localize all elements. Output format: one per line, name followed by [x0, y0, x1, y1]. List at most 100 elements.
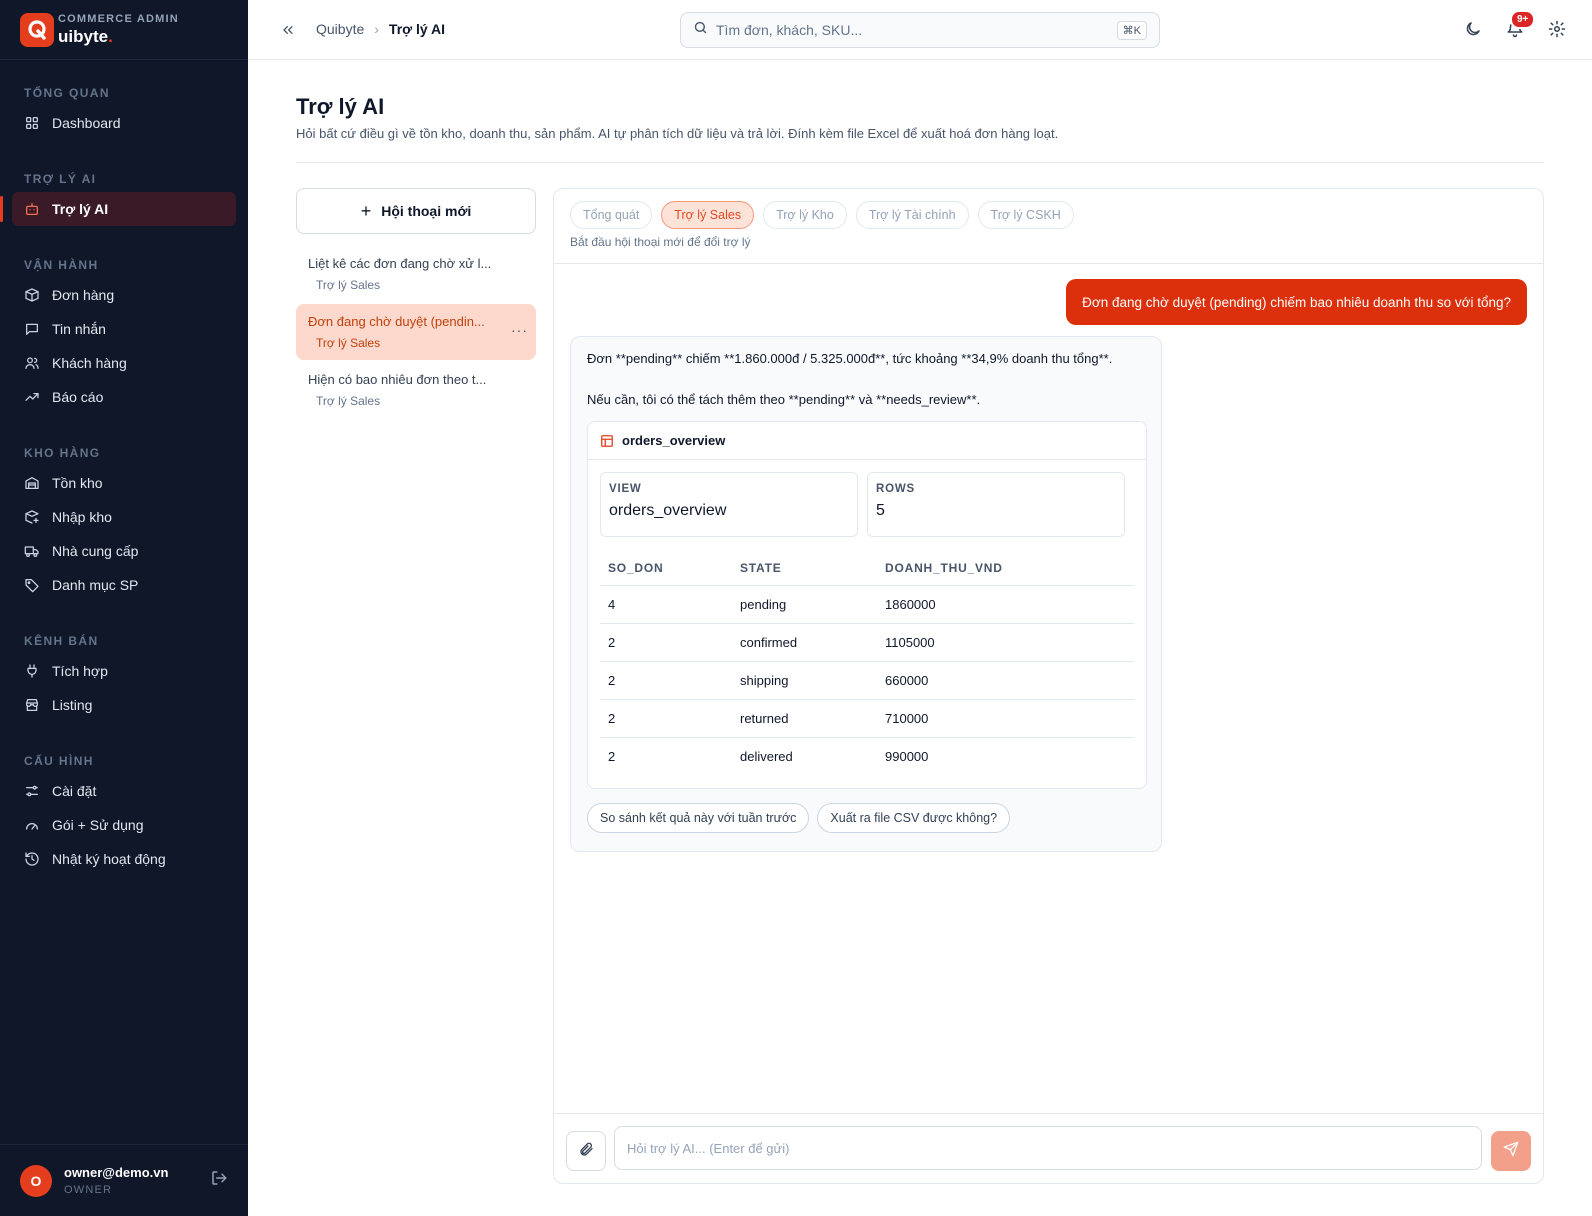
kpi-value: 5 [876, 502, 885, 519]
sidebar-item[interactable]: Tồn kho [12, 466, 236, 500]
sidebar-item[interactable]: Báo cáo [12, 380, 236, 414]
sidebar-item[interactable]: Khách hàng [12, 346, 236, 380]
bell-icon[interactable]: 9+ [1506, 10, 1536, 43]
box-icon [24, 287, 40, 303]
table-cell: 1860000 [877, 585, 1134, 624]
sidebar-item-label: Tích hợp [52, 663, 108, 679]
table-cell: 990000 [885, 748, 929, 764]
search-shortcut: ⌘K [1116, 20, 1147, 40]
sidebar-item[interactable]: Tin nhắn [12, 312, 236, 346]
section-title: KHO HÀNG [24, 446, 101, 460]
conversation-item[interactable]: Đơn đang chờ duyệt (pendin... Trợ lý Sale… [296, 304, 536, 360]
assistant-tab[interactable]: Trợ lý Sales [661, 201, 755, 229]
sidebar-item[interactable]: Danh mục SP [12, 568, 236, 602]
ai-message-text: Nếu cần, tôi có thể tách thêm theo **pen… [587, 392, 981, 407]
package-plus-icon [24, 509, 40, 525]
conversation-item[interactable]: Liệt kê các đơn đang chờ xử l... Trợ lý S… [296, 246, 536, 302]
moon-icon[interactable] [1464, 20, 1482, 43]
table-row: 2 confirmed 1105000 [600, 623, 1134, 662]
breadcrumb-current: Trợ lý AI [388, 21, 446, 37]
assistant-tab[interactable]: Trợ lý Tài chính [855, 201, 969, 229]
more-icon[interactable]: ··· [511, 322, 528, 338]
table-cell: shipping [732, 661, 877, 700]
gear-icon[interactable] [1548, 20, 1566, 43]
search-input[interactable]: Tìm đơn, khách, SKU... ⌘K [680, 12, 1160, 48]
search-icon [693, 20, 708, 40]
logo [20, 12, 54, 47]
sidebar-item[interactable]: Nhập kho [12, 500, 236, 534]
table-cell: 2 [600, 699, 732, 738]
section-title: KÊNH BÁN [24, 634, 99, 648]
chat-input[interactable]: Hỏi trợ lý AI... (Enter để gửi) [614, 1126, 1482, 1170]
sidebar-item[interactable]: Gói + Sử dụng [12, 808, 236, 842]
table-cell: pending [732, 585, 877, 624]
send-button[interactable] [1491, 1131, 1531, 1171]
users-icon [24, 355, 40, 371]
avatar[interactable]: O [20, 1164, 52, 1197]
divider [296, 162, 1544, 163]
assistant-hint: Bắt đầu hội thoại mới để đổi trợ lý [570, 235, 751, 249]
table-row: 2 returned 710000 [600, 699, 1134, 738]
table-cell: returned [732, 699, 877, 738]
sidebar-item[interactable]: Tích hợp [12, 654, 236, 688]
table-cell: 2 [600, 623, 732, 662]
sidebar-item[interactable]: Listing [12, 688, 236, 722]
logout-icon[interactable] [210, 1169, 228, 1192]
sidebar-item-label: Tồn kho [52, 475, 103, 491]
ai-message-text: Đơn **pending** chiếm **1.860.000đ / 5.3… [587, 351, 1113, 366]
sidebar-item-label: Trợ lý AI [52, 201, 109, 217]
sidebar-item[interactable]: Cài đặt [12, 774, 236, 808]
page-title: Trợ lý AI [296, 94, 385, 119]
sidebar-item[interactable]: Trợ lý AI [0, 192, 236, 226]
chat-header: Tổng quát Trợ lý Sales Trợ lý Kho Trợ lý Tà… [554, 189, 1543, 264]
send-icon [1503, 1141, 1519, 1162]
brand-name: uibyte. [58, 27, 113, 46]
sidebar-item-label: Nhập kho [52, 509, 112, 525]
column-header: STATE [732, 551, 877, 586]
suggestion-chip[interactable]: Xuất ra file CSV được không? [817, 803, 1011, 833]
conversation-list: + Hội thoại mới Liệt kê các đơn đang chờ… [296, 188, 536, 418]
table-cell: 1105000 [877, 623, 1134, 662]
column-header: SO_DON [600, 551, 732, 586]
sidebar-item-label: Nhà cung cấp [52, 543, 139, 559]
suggestions: So sánh kết quả này với tuần trước Xuất r… [587, 803, 1145, 833]
grid-icon [24, 115, 40, 131]
conversation-assistant: Trợ lý Sales [316, 278, 381, 292]
brand[interactable]: COMMERCE ADMIN uibyte. [0, 0, 248, 60]
assistant-tab[interactable]: Trợ lý CSKH [977, 201, 1074, 229]
store-icon [24, 697, 40, 713]
sidebar-item-label: Danh mục SP [52, 577, 139, 593]
kpi-label: ROWS [876, 483, 915, 495]
topbar: Quibyte › Trợ lý AI Tìm đơn, khách, SKU.… [248, 0, 1592, 60]
tool-result-card: orders_overview VIEW orders_overview ROWS 5… [587, 421, 1147, 789]
attach-button[interactable] [566, 1131, 606, 1171]
assistant-tab[interactable]: Trợ lý Kho [763, 201, 847, 229]
sidebar-item[interactable]: Nhà cung cấp [12, 534, 236, 568]
brand-subtitle: COMMERCE ADMIN [58, 13, 179, 25]
assistant-selector: Tổng quát Trợ lý Sales Trợ lý Kho Trợ lý Tà… [570, 201, 1527, 229]
conversation-title: Đơn đang chờ duyệt (pendin... [308, 314, 485, 329]
conversation-assistant: Trợ lý Sales [316, 394, 381, 408]
section-title: TRỢ LÝ AI [24, 172, 97, 186]
sidebar-item[interactable]: Đơn hàng [12, 278, 236, 312]
collapse-sidebar-icon[interactable] [280, 22, 296, 43]
table-cell: confirmed [732, 623, 877, 662]
user-message: Đơn đang chờ duyệt (pending) chiếm bao n… [1066, 279, 1527, 325]
breadcrumb-home[interactable]: Quibyte [316, 21, 364, 37]
table-cell: 660000 [877, 661, 1134, 700]
sidebar-item[interactable]: Nhật ký hoạt động [12, 842, 236, 876]
sidebar-item[interactable]: Dashboard [12, 106, 236, 140]
plus-icon: + [360, 200, 372, 221]
sliders-icon [24, 783, 40, 799]
sidebar-item-label: Khách hàng [52, 355, 127, 371]
table-cell: 4 [600, 585, 732, 624]
tag-icon [24, 577, 40, 593]
assistant-tab[interactable]: Tổng quát [570, 201, 653, 229]
gauge-icon [24, 817, 40, 833]
message-icon [24, 321, 40, 337]
conversation-item[interactable]: Hiện có bao nhiêu đơn theo t... Trợ lý Sa… [296, 362, 536, 418]
suggestion-chip[interactable]: So sánh kết quả này với tuần trước [587, 803, 810, 833]
sidebar-item-label: Gói + Sử dụng [52, 817, 144, 833]
new-conversation-button[interactable]: + Hội thoại mới [296, 188, 536, 234]
kpi-card: ROWS 5 [867, 472, 1125, 537]
